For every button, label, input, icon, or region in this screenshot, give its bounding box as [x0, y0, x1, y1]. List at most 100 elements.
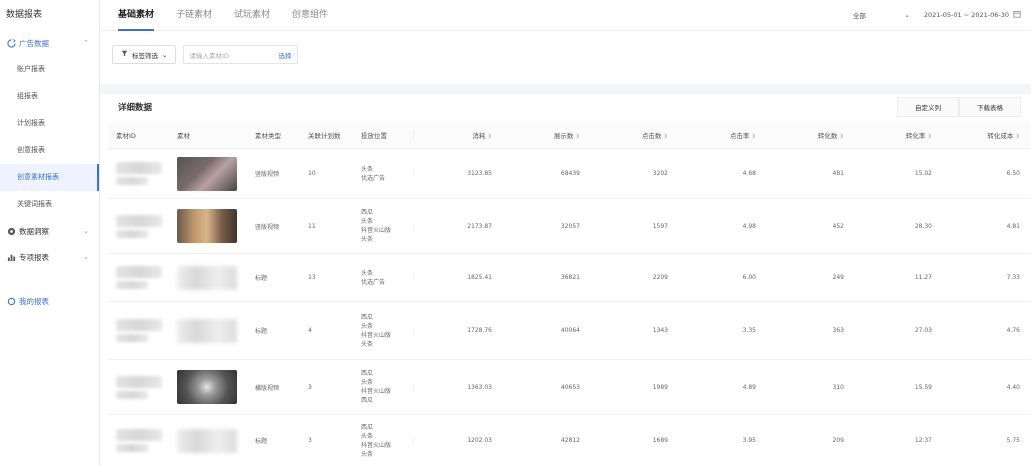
- placement-cell: 头条 优选广告: [358, 165, 413, 183]
- redacted-id: [116, 444, 148, 452]
- redacted-id: [116, 266, 162, 278]
- placement-text: 抖音火山版: [361, 331, 392, 339]
- placement-cell: 西瓜 头条 抖音火山版 头条: [358, 423, 413, 459]
- placement-text: 头条: [361, 379, 374, 386]
- conversions-cell: 363: [832, 327, 844, 334]
- tab-basic-material[interactable]: 基础素材: [118, 0, 155, 31]
- sidebar-group-insight[interactable]: 数据洞察 ⌄: [0, 218, 99, 244]
- plan-count-cell: 3: [308, 383, 312, 391]
- cpa-cell: 4.81: [1006, 222, 1020, 230]
- redacted-id: [116, 319, 162, 331]
- placement-text: 西瓜: [361, 370, 374, 377]
- sidebar-item-creative-material-report[interactable]: 创意素材报表: [0, 164, 99, 191]
- placement-text: 头条: [361, 450, 374, 458]
- sidebar-group-special-report[interactable]: 专项报表 ⌄: [0, 244, 99, 270]
- table-row[interactable]: 标题 13 头条 优选广告 1825.41 36821 2209 6.00 249…: [108, 254, 1031, 302]
- material-type-cell: 标题: [255, 275, 268, 282]
- eye-icon: [6, 226, 16, 236]
- placement-text: 头条: [361, 269, 374, 277]
- ctr-cell: 4.68: [742, 170, 756, 177]
- shield-icon: [6, 296, 16, 306]
- material-thumbnail[interactable]: [177, 370, 237, 404]
- col-cpa[interactable]: 转化成本 ⇕: [946, 130, 1031, 140]
- sort-icon: ⇕: [1015, 134, 1020, 140]
- material-id-cell: [108, 266, 174, 289]
- col-conversions[interactable]: 转化数 ⇕: [770, 130, 858, 140]
- col-impressions[interactable]: 展示数 ⇕: [506, 130, 594, 140]
- table-row[interactable]: 标题 3 西瓜 头条 抖音火山版 头条 1202.03 42812 1689 3.95…: [108, 415, 1031, 466]
- redacted-id: [116, 429, 162, 441]
- material-id-search-input[interactable]: 请输入素材ID 选择: [183, 45, 299, 64]
- sidebar-item-creative-report[interactable]: 创意报表: [0, 137, 99, 164]
- material-thumbnail[interactable]: [177, 428, 237, 453]
- placement-text: 西瓜: [361, 209, 374, 216]
- cpa-cell: 7.33: [1006, 274, 1020, 281]
- sidebar-item-keyword-report[interactable]: 关键词报表: [0, 191, 99, 218]
- material-id-cell: [108, 375, 174, 399]
- col-material-id[interactable]: 素材ID: [108, 130, 174, 140]
- placement-text: 西瓜: [361, 397, 374, 404]
- impressions-cell: 40653: [560, 383, 580, 391]
- tag-filter-button[interactable]: 标签筛选 ⌄: [112, 45, 177, 64]
- sort-icon: ⇕: [663, 134, 668, 140]
- ctr-cell: 4.89: [742, 383, 756, 391]
- col-cost[interactable]: 消耗 ⇕: [413, 130, 506, 140]
- ctr-cell: 6.00: [742, 274, 756, 281]
- plan-count-cell: 10: [308, 170, 316, 177]
- clicks-cell: 1989: [652, 383, 668, 391]
- placement-text: 抖音火山版: [361, 441, 392, 449]
- placement-text: 抖音火山版: [361, 227, 392, 234]
- sidebar-item-account-report[interactable]: 账户报表: [0, 56, 99, 83]
- col-clicks[interactable]: 点击数 ⇕: [594, 130, 682, 140]
- date-range-value: 2021-05-01 ~ 2021-06-30: [923, 10, 1009, 19]
- tab-sublink-material[interactable]: 子链素材: [176, 0, 212, 31]
- col-ctr[interactable]: 点击率 ⇕: [682, 130, 770, 140]
- material-id-cell: [108, 162, 174, 185]
- material-thumb-cell: [174, 209, 252, 243]
- table-row[interactable]: 竖版视频 10 头条 优选广告 3123.85 68439 3202 4.68 4…: [108, 149, 1031, 199]
- ctr-cell: 4.98: [742, 222, 756, 230]
- plan-count-cell: 13: [308, 274, 316, 281]
- select-link[interactable]: 选择: [278, 50, 291, 60]
- scope-select-value: 全部: [852, 11, 866, 20]
- chart-icon: [6, 252, 16, 262]
- material-thumbnail[interactable]: [177, 156, 237, 191]
- material-type-cell: 标题: [255, 328, 268, 335]
- chevron-down-icon: ⌄: [162, 50, 168, 59]
- redacted-id: [116, 375, 162, 388]
- sort-icon: ⇕: [575, 134, 580, 140]
- plan-count-cell: 11: [308, 222, 316, 230]
- conversions-cell: 209: [832, 437, 844, 444]
- tab-creative-component[interactable]: 创意组件: [292, 0, 328, 31]
- redacted-id: [116, 281, 148, 289]
- custom-columns-button[interactable]: 自定义列: [897, 97, 959, 117]
- material-thumbnail[interactable]: [177, 318, 237, 343]
- table-row[interactable]: 标题 4 西瓜 头条 抖音火山版 头条 1728.76 40064 1343 3.35…: [108, 302, 1031, 360]
- table-row[interactable]: 竖版视频 11 西瓜 头条 抖音火山版 头条 2173.87 32057 1597 4…: [108, 199, 1031, 254]
- sidebar-group-ad-data[interactable]: 广告数据 ⌃: [0, 30, 99, 56]
- scope-select[interactable]: 全部 ⌄: [849, 6, 914, 23]
- col-placement: 投放位置: [361, 132, 387, 140]
- chevron-up-icon: ⌃: [83, 39, 89, 47]
- col-cvr[interactable]: 转化率 ⇕: [858, 130, 946, 140]
- section-divider: [100, 84, 1031, 94]
- cvr-cell: 15.59: [914, 383, 932, 391]
- sidebar-item-group-report[interactable]: 组报表: [0, 83, 99, 110]
- sidebar-item-plan-report[interactable]: 计划报表: [0, 110, 99, 137]
- cvr-cell: 28.30: [914, 222, 932, 230]
- material-thumbnail[interactable]: [177, 265, 237, 290]
- table-header: 素材ID 素材 素材类型 关联计划数 投放位置 消耗 ⇕ 展示数 ⇕ 点击数 ⇕…: [108, 122, 1031, 149]
- material-thumbnail[interactable]: [177, 209, 237, 243]
- tab-playable-material[interactable]: 试玩素材: [234, 0, 270, 31]
- col-material-type: 素材类型: [255, 132, 281, 140]
- impressions-cell: 36821: [560, 274, 580, 281]
- sidebar-group-my-report[interactable]: 我的报表: [0, 288, 99, 314]
- date-range-picker[interactable]: 2021-05-01 ~ 2021-06-30: [924, 6, 1021, 23]
- material-thumb-cell: [174, 370, 252, 404]
- filter-bar: 标签筛选 ⌄ 请输入素材ID 选择: [112, 45, 299, 64]
- placement-cell: 西瓜 头条 抖音火山版 头条: [358, 313, 413, 349]
- placement-text: 头条: [361, 236, 374, 243]
- table-row[interactable]: 横版视频 3 西瓜 头条 抖音火山版 西瓜 1363.03 40653 1989 4.…: [108, 360, 1031, 415]
- material-thumb-cell: [174, 428, 252, 453]
- download-table-button[interactable]: 下载表格: [959, 97, 1021, 117]
